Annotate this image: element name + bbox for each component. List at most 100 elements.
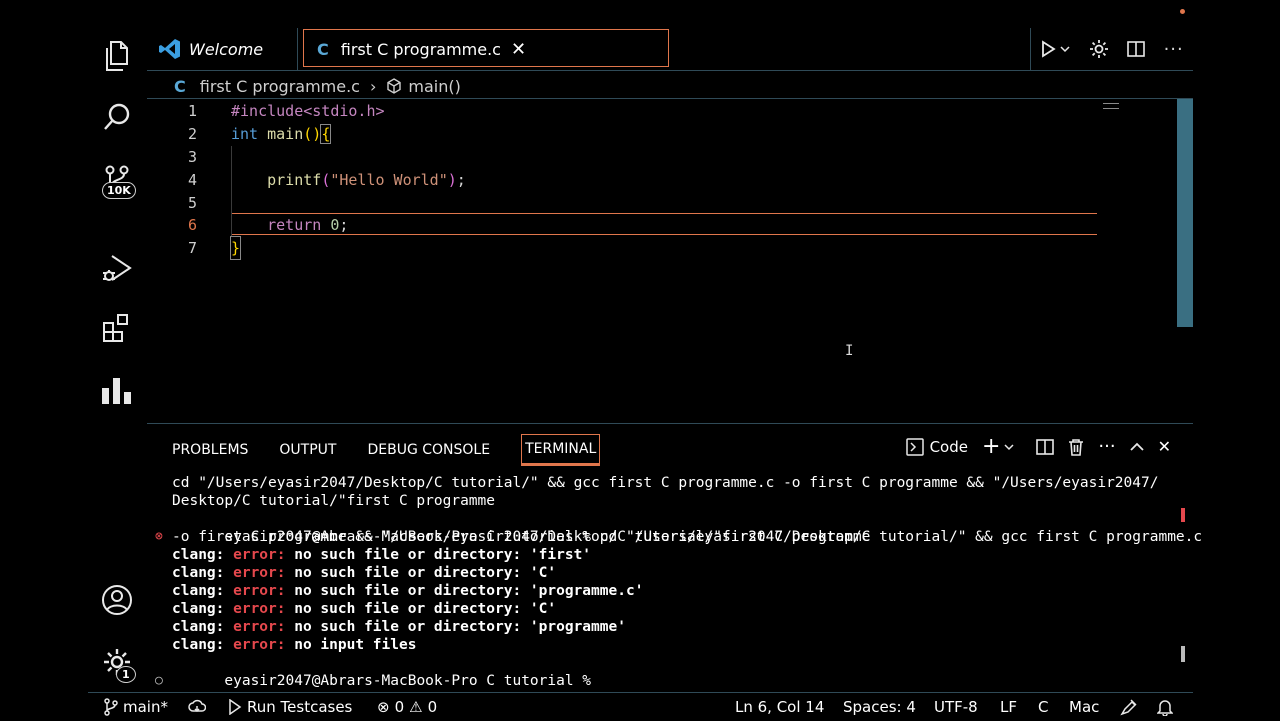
run-icon[interactable]: [1040, 40, 1070, 58]
more-actions-icon[interactable]: ···: [1164, 39, 1184, 60]
terminal-error-line: clang: error: no such file or directory:…: [172, 583, 644, 599]
line-number: 2: [187, 125, 197, 143]
terminal-scrollbar[interactable]: [1181, 646, 1185, 662]
indent-guide: [231, 146, 232, 236]
tab-welcome[interactable]: Welcome: [147, 28, 298, 70]
line-number: 4: [187, 171, 197, 189]
encoding[interactable]: UTF-8: [934, 693, 978, 721]
run-debug-icon[interactable]: [88, 244, 146, 292]
chevron-right-icon: ›: [369, 76, 377, 96]
manage-badge: 1: [116, 666, 136, 683]
terminal-error-line: clang: error: no input files: [172, 637, 417, 653]
feedback-icon[interactable]: [1120, 693, 1138, 721]
editor-tab-bar: Welcome C first C programme.c ✕ ···: [147, 28, 1193, 71]
terminal-line: ○ eyasir2047@Abrars-MacBook-Pro C tutoria…: [155, 654, 1172, 689]
panel-tabs: PROBLEMS OUTPUT DEBUG CONSOLE TERMINAL: [172, 434, 601, 466]
end-of-line[interactable]: LF: [1000, 693, 1017, 721]
terminal-line: cd "/Users/eyasir2047/Desktop/C tutorial…: [172, 475, 1159, 491]
breadcrumb-file[interactable]: first C programme.c: [200, 77, 360, 96]
terminal-profile-label: Code: [929, 437, 968, 456]
code-editor[interactable]: 1 #include<stdio.h> 2 int main(){ 3 4 pr…: [147, 98, 1193, 423]
breadcrumb-symbol[interactable]: main(): [408, 77, 460, 96]
prompt-text: eyasir2047@Abrars-MacBook-Pro C tutorial…: [224, 529, 1203, 545]
tab-first-c-programme[interactable]: C first C programme.c ✕: [303, 28, 669, 70]
extensions-icon[interactable]: [88, 304, 146, 352]
keymap[interactable]: Mac: [1069, 693, 1099, 721]
code-line: 3: [147, 146, 1107, 168]
line-number: 5: [187, 194, 197, 212]
split-terminal-icon[interactable]: [1036, 438, 1055, 456]
source-control-icon[interactable]: 10K: [88, 156, 146, 204]
warning-count: 0: [427, 698, 438, 716]
language-mode[interactable]: C: [1038, 693, 1048, 721]
branch-indicator[interactable]: main*: [104, 693, 168, 721]
code-line: 5: [147, 192, 1107, 214]
status-bar: main* Run Testcases ⊗ 0 ⚠ 0 Ln 6, Col 14…: [88, 692, 1193, 721]
bell-icon[interactable]: [1157, 693, 1173, 721]
c-file-icon: C: [174, 76, 186, 96]
terminal-error-line: clang: error: no such file or directory:…: [172, 547, 592, 563]
chevron-up-icon[interactable]: [1129, 442, 1144, 452]
line-number: 3: [187, 148, 197, 166]
terminal-line: Desktop/C tutorial/"first C programme: [172, 493, 496, 509]
tab-label: Welcome: [189, 39, 264, 59]
code-text: return 0;: [267, 216, 349, 234]
code-line: 2 int main(){: [147, 123, 1107, 145]
terminal-error-line: clang: error: no such file or directory:…: [172, 565, 557, 581]
code-line: 6 return 0;: [147, 214, 1107, 236]
code-line: 7 }: [147, 236, 1107, 260]
tab-terminal[interactable]: TERMINAL: [521, 434, 601, 466]
terminal-output[interactable]: cd "/Users/eyasir2047/Desktop/C tutorial…: [155, 474, 1202, 689]
error-circle-icon: ⊗: [377, 698, 390, 716]
split-editor-icon[interactable]: [1127, 40, 1145, 58]
chevron-down-icon: [1060, 46, 1070, 53]
bottom-panel: PROBLEMS OUTPUT DEBUG CONSOLE TERMINAL C…: [147, 423, 1202, 691]
line-number: 6: [187, 216, 197, 234]
tab-output[interactable]: OUTPUT: [279, 442, 336, 458]
editor-actions: ···: [1030, 28, 1193, 70]
stats-icon[interactable]: [88, 366, 146, 414]
more-actions-icon[interactable]: ···: [1098, 436, 1115, 457]
minimap[interactable]: [1103, 103, 1119, 109]
new-terminal-button[interactable]: +: [981, 433, 1014, 459]
code-text: #include<stdio.h>: [231, 102, 385, 120]
play-icon: [229, 699, 242, 715]
line-number: 1: [187, 102, 197, 120]
problems-indicator[interactable]: ⊗ 0 ⚠ 0: [377, 693, 437, 721]
editor-scrollbar[interactable]: [1177, 99, 1193, 327]
account-icon[interactable]: [88, 576, 146, 624]
warning-icon: ⚠: [409, 698, 423, 716]
code-line: 1 #include<stdio.h>: [147, 100, 1107, 122]
git-branch-icon: [104, 698, 118, 716]
text-cursor-icon: I: [845, 343, 854, 359]
circle-icon: ○: [155, 673, 163, 688]
tab-problems[interactable]: PROBLEMS: [172, 442, 248, 458]
branch-label: main*: [123, 698, 168, 716]
indentation[interactable]: Spaces: 4: [843, 693, 916, 721]
tab-debug-console[interactable]: DEBUG CONSOLE: [367, 442, 490, 458]
activity-bar: 10K 1: [88, 28, 146, 690]
symbol-method-icon: [386, 78, 402, 94]
terminal-line: ⊗ eyasir2047@Abrars-MacBook-Pro C tutoria…: [155, 510, 1202, 545]
manage-gear-icon[interactable]: 1: [88, 638, 146, 686]
terminal-icon: [905, 437, 924, 456]
panel-actions: Code + ··· ✕: [905, 433, 1171, 459]
breadcrumb: C first C programme.c › main(): [174, 74, 461, 98]
settings-gear-icon[interactable]: [1089, 39, 1109, 59]
search-icon[interactable]: [88, 93, 146, 141]
plus-icon: +: [981, 433, 1001, 459]
code-text: printf("Hello World");: [267, 171, 466, 189]
close-panel-icon[interactable]: ✕: [1158, 437, 1171, 456]
sync-icon[interactable]: [188, 693, 206, 721]
explorer-icon[interactable]: [88, 32, 146, 80]
error-circle-icon: ⊗: [155, 529, 163, 544]
cursor-position[interactable]: Ln 6, Col 14: [735, 693, 824, 721]
run-testcases-label: Run Testcases: [247, 698, 353, 716]
error-scroll-marker: [1181, 508, 1185, 522]
run-testcases-button[interactable]: Run Testcases: [228, 693, 352, 721]
source-control-badge: 10K: [102, 182, 136, 199]
terminal-profile[interactable]: Code: [905, 437, 968, 456]
code-text: }: [229, 236, 242, 260]
trash-icon[interactable]: [1068, 438, 1084, 456]
error-count: 0: [394, 698, 405, 716]
